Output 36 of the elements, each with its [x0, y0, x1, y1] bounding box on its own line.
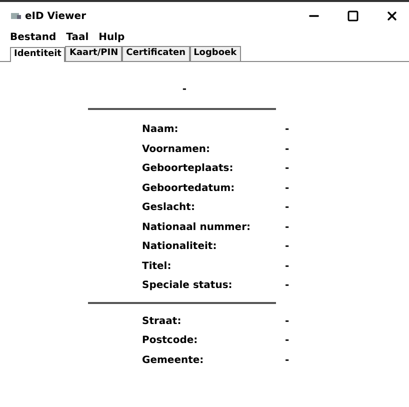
field-label: Speciale status:	[142, 279, 234, 294]
field-label: Nationaal nummer:	[142, 220, 252, 235]
field-label: Straat:	[142, 314, 182, 329]
header-value: -	[182, 83, 187, 96]
field-value: -	[285, 354, 290, 368]
field-value: -	[285, 182, 290, 196]
field-value: -	[285, 279, 290, 294]
field-label: Geboorteplaats:	[142, 162, 234, 176]
field-value: -	[285, 314, 290, 329]
field-label: Titel:	[142, 260, 172, 274]
tab[interactable]: Logboek	[190, 46, 241, 61]
maximize-icon[interactable]	[347, 10, 359, 22]
field-label: Geslacht:	[142, 201, 196, 216]
field-label: Gemeente:	[142, 354, 205, 368]
field-label: Nationaliteit:	[142, 240, 218, 254]
field-label: Naam:	[142, 123, 180, 138]
field-value: -	[285, 142, 290, 157]
close-icon[interactable]	[385, 9, 399, 23]
field-value: -	[285, 220, 290, 235]
field-value: -	[285, 260, 290, 274]
card-reader-icon	[10, 11, 22, 21]
tab[interactable]: Kaart/PIN	[65, 46, 122, 61]
field-value: -	[285, 334, 290, 348]
field-label: Voornamen:	[142, 142, 212, 157]
field-value: -	[285, 123, 290, 138]
tab[interactable]: Certificaten	[122, 46, 190, 61]
field-value: -	[285, 240, 290, 254]
menu-item[interactable]: Hulp	[98, 30, 125, 44]
menu-item[interactable]: Taal	[66, 30, 89, 44]
field-label: Geboortedatum:	[142, 182, 236, 196]
field-value: -	[285, 201, 290, 216]
menu-item[interactable]: Bestand	[10, 30, 56, 44]
window-title: eID Viewer	[25, 10, 86, 24]
field-value: -	[285, 162, 290, 176]
field-label: Postcode:	[142, 334, 199, 348]
tab[interactable]: Identiteit	[10, 47, 66, 62]
